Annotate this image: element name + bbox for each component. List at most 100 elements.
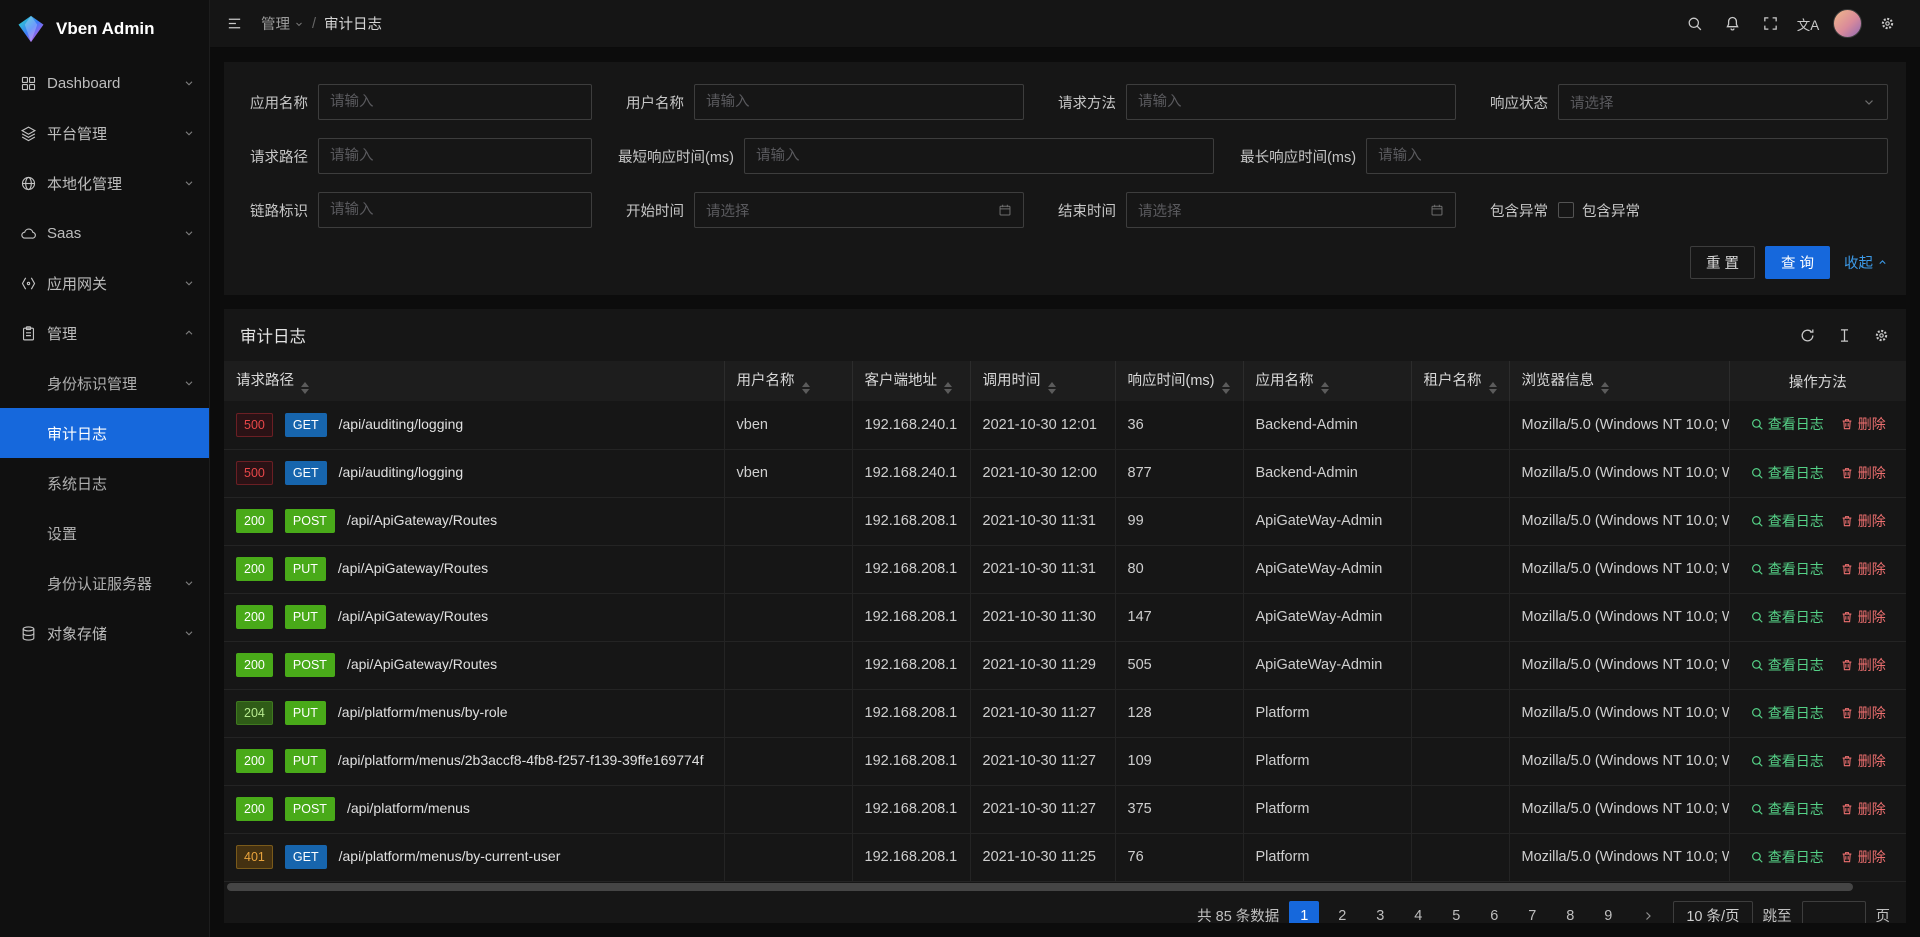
- query-button[interactable]: 查 询: [1765, 246, 1830, 279]
- max-response-time-input[interactable]: [1366, 138, 1888, 174]
- col-header-tenant-name[interactable]: 租户名称: [1411, 361, 1509, 401]
- request-path-input[interactable]: [318, 138, 592, 174]
- sidebar-item-gateway[interactable]: 应用网关: [0, 258, 209, 308]
- view-log-button[interactable]: 查看日志: [1750, 751, 1824, 771]
- delete-button[interactable]: 删除: [1840, 463, 1886, 483]
- request-method-input[interactable]: [1126, 84, 1456, 120]
- min-response-time-input[interactable]: [744, 138, 1214, 174]
- page-button-2[interactable]: 2: [1327, 901, 1357, 924]
- table-row[interactable]: 200 PUT /api/ApiGateway/Routes 192.168.2…: [224, 593, 1906, 641]
- breadcrumb-management[interactable]: 管理: [261, 13, 304, 34]
- sidebar-item-platform[interactable]: 平台管理: [0, 108, 209, 158]
- table-row[interactable]: 200 POST /api/ApiGateway/Routes 192.168.…: [224, 641, 1906, 689]
- app-name-cell: ApiGateWay-Admin: [1243, 641, 1411, 689]
- start-time-date-picker[interactable]: 请选择: [694, 192, 1024, 228]
- delete-button[interactable]: 删除: [1840, 703, 1886, 723]
- table-row[interactable]: 401 GET /api/platform/menus/by-current-u…: [224, 833, 1906, 881]
- response-status-select[interactable]: 请选择: [1558, 84, 1888, 120]
- delete-button[interactable]: 删除: [1840, 847, 1886, 867]
- col-header-client-address[interactable]: 客户端地址: [852, 361, 970, 401]
- jump-page-input[interactable]: [1802, 901, 1866, 924]
- table-row[interactable]: 204 PUT /api/platform/menus/by-role 192.…: [224, 689, 1906, 737]
- view-log-button[interactable]: 查看日志: [1750, 799, 1824, 819]
- next-page-button[interactable]: [1633, 901, 1663, 924]
- translate-icon[interactable]: 文A: [1789, 0, 1827, 48]
- col-header-user-name[interactable]: 用户名称: [724, 361, 852, 401]
- page-button-4[interactable]: 4: [1403, 901, 1433, 924]
- col-header-request-path[interactable]: 请求路径: [224, 361, 724, 401]
- filter-field-max-response-time: 最长响应时间(ms): [1240, 138, 1888, 174]
- end-time-date-picker[interactable]: 请选择: [1126, 192, 1456, 228]
- browser-info-cell: Mozilla/5.0 (Windows NT 10.0; Win: [1509, 497, 1729, 545]
- page-button-5[interactable]: 5: [1441, 901, 1471, 924]
- sidebar-item-system-log[interactable]: 系统日志: [0, 458, 209, 508]
- menu-fold-icon[interactable]: [226, 15, 243, 32]
- bell-icon[interactable]: [1713, 0, 1751, 48]
- page-button-9[interactable]: 9: [1593, 901, 1623, 924]
- user-avatar[interactable]: [1833, 9, 1862, 38]
- user-name-input[interactable]: [694, 84, 1024, 120]
- view-log-button[interactable]: 查看日志: [1750, 559, 1824, 579]
- delete-button[interactable]: 删除: [1840, 414, 1886, 434]
- delete-button[interactable]: 删除: [1840, 655, 1886, 675]
- filter-form: 应用名称 用户名称 请求方法 响应状态 请选择: [224, 62, 1906, 295]
- filter-field-response-status: 响应状态 请选择: [1482, 84, 1888, 120]
- sidebar-item-dashboard[interactable]: Dashboard: [0, 58, 209, 108]
- user-name-cell: vben: [724, 401, 852, 449]
- col-header-app-name[interactable]: 应用名称: [1243, 361, 1411, 401]
- sidebar-item-management[interactable]: 管理: [0, 308, 209, 358]
- page-button-1[interactable]: 1: [1289, 901, 1319, 924]
- view-log-button[interactable]: 查看日志: [1750, 847, 1824, 867]
- audit-table: 请求路径 用户名称 客户端地址 调用时间 响应时间(ms) 应用名称 租户名称 …: [224, 361, 1906, 893]
- status-badge: 200: [236, 749, 273, 773]
- reset-button[interactable]: 重 置: [1690, 246, 1755, 279]
- page-button-3[interactable]: 3: [1365, 901, 1395, 924]
- sidebar-item-audit-log[interactable]: 审计日志: [0, 408, 209, 458]
- sidebar-item-identity-server[interactable]: 身份认证服务器: [0, 558, 209, 608]
- delete-button[interactable]: 删除: [1840, 511, 1886, 531]
- page-button-8[interactable]: 8: [1555, 901, 1585, 924]
- jump-prefix-label: 跳至: [1763, 905, 1792, 923]
- delete-button[interactable]: 删除: [1840, 751, 1886, 771]
- settings-gear-icon[interactable]: [1868, 0, 1906, 48]
- table-row[interactable]: 200 POST /api/ApiGateway/Routes 192.168.…: [224, 497, 1906, 545]
- view-log-button[interactable]: 查看日志: [1750, 703, 1824, 723]
- page-button-7[interactable]: 7: [1517, 901, 1547, 924]
- view-log-button[interactable]: 查看日志: [1750, 655, 1824, 675]
- sidebar-item-localization[interactable]: 本地化管理: [0, 158, 209, 208]
- table-row[interactable]: 200 PUT /api/platform/menus/2b3accf8-4fb…: [224, 737, 1906, 785]
- search-icon[interactable]: [1675, 0, 1713, 48]
- app-logo[interactable]: Vben Admin: [0, 0, 209, 58]
- include-exception-checkbox[interactable]: [1558, 202, 1574, 218]
- table-row[interactable]: 500 GET /api/auditing/logging vben 192.1…: [224, 449, 1906, 497]
- col-header-response-time[interactable]: 响应时间(ms): [1115, 361, 1243, 401]
- sidebar-item-identity-management[interactable]: 身份标识管理: [0, 358, 209, 408]
- scrollbar-thumb[interactable]: [227, 883, 1853, 891]
- table-row[interactable]: 500 GET /api/auditing/logging vben 192.1…: [224, 401, 1906, 449]
- fullscreen-icon[interactable]: [1751, 0, 1789, 48]
- page-size-select[interactable]: 10 条/页: [1673, 901, 1752, 924]
- table-settings-gear-icon[interactable]: [1873, 327, 1890, 344]
- app-name-input[interactable]: [318, 84, 592, 120]
- view-log-button[interactable]: 查看日志: [1750, 511, 1824, 531]
- column-height-icon[interactable]: [1836, 327, 1853, 344]
- sidebar-item-settings[interactable]: 设置: [0, 508, 209, 558]
- horizontal-scrollbar[interactable]: [227, 883, 1903, 893]
- view-log-button[interactable]: 查看日志: [1750, 607, 1824, 627]
- delete-button[interactable]: 删除: [1840, 559, 1886, 579]
- delete-button[interactable]: 删除: [1840, 799, 1886, 819]
- refresh-icon[interactable]: [1799, 327, 1816, 344]
- col-header-browser-info[interactable]: 浏览器信息: [1509, 361, 1729, 401]
- view-log-button[interactable]: 查看日志: [1750, 414, 1824, 434]
- page-button-6[interactable]: 6: [1479, 901, 1509, 924]
- collapse-button[interactable]: 收起: [1844, 252, 1888, 273]
- col-header-call-time[interactable]: 调用时间: [970, 361, 1115, 401]
- sidebar-item-object-storage[interactable]: 对象存储: [0, 608, 209, 658]
- sidebar-item-saas[interactable]: Saas: [0, 208, 209, 258]
- view-log-label: 查看日志: [1768, 463, 1824, 483]
- table-row[interactable]: 200 POST /api/platform/menus 192.168.208…: [224, 785, 1906, 833]
- table-row[interactable]: 200 PUT /api/ApiGateway/Routes 192.168.2…: [224, 545, 1906, 593]
- delete-button[interactable]: 删除: [1840, 607, 1886, 627]
- trace-id-input[interactable]: [318, 192, 592, 228]
- view-log-button[interactable]: 查看日志: [1750, 463, 1824, 483]
